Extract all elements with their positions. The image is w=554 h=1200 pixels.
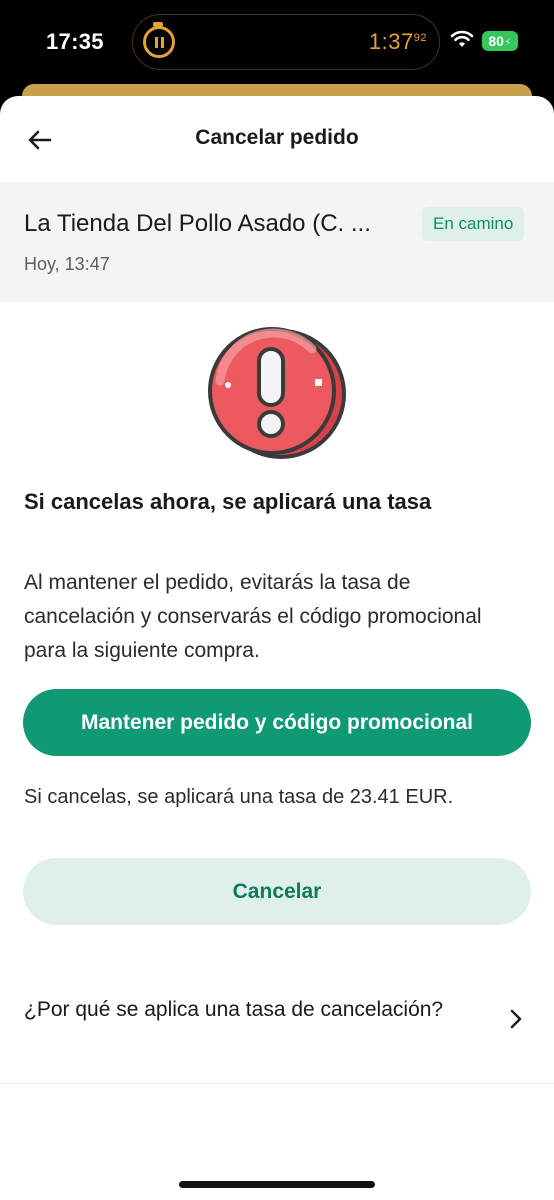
keep-order-button[interactable]: Mantener pedido y código promocional (23, 689, 531, 756)
chevron-right-icon (510, 1009, 522, 1029)
dynamic-island-timer[interactable]: 1:3792 (132, 14, 440, 70)
home-indicator (179, 1181, 375, 1188)
cancel-button[interactable]: Cancelar (23, 858, 531, 925)
order-time: Hoy, 13:47 (24, 254, 110, 274)
store-name: La Tienda Del Pollo Asado (C. ... (24, 210, 371, 237)
fee-faq-link[interactable]: ¿Por qué se aplica una tasa de cancelaci… (0, 986, 554, 1084)
cancel-order-sheet: Cancelar pedido La Tienda Del Pollo Asad… (0, 96, 554, 1200)
faq-text: ¿Por qué se aplica una tasa de cancelaci… (24, 998, 444, 1021)
battery-indicator: 80⚡ (482, 31, 518, 51)
page-title: Cancelar pedido (195, 126, 359, 149)
status-badge: En camino (422, 207, 525, 241)
status-time: 17:35 (46, 29, 104, 54)
status-bar: 17:35 1:3792 80⚡ (0, 0, 554, 84)
exclamation-alert-icon (208, 327, 346, 459)
nav-bar: Cancelar pedido (0, 96, 554, 182)
wifi-icon (450, 30, 474, 47)
cancellation-fee-text: Si cancelas, se aplicará una tasa de 23.… (24, 786, 454, 808)
pause-timer-icon (143, 22, 175, 58)
warning-heading: Si cancelas ahora, se aplicará una tasa (24, 489, 432, 514)
order-summary: La Tienda Del Pollo Asado (C. ... En cam… (0, 182, 554, 302)
timer-readout: 1:3792 (368, 29, 427, 54)
charging-bolt-icon: ⚡ (503, 37, 512, 49)
warning-description: Al mantener el pedido, evitarás la tasa … (24, 571, 482, 662)
